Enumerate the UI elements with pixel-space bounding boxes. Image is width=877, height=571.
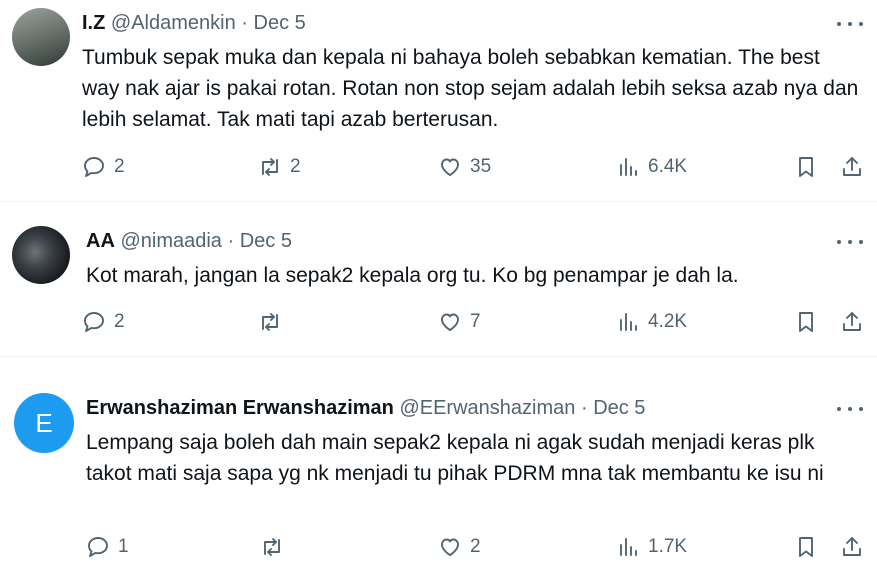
views-button[interactable]: 4.2K <box>616 310 687 334</box>
repost-button[interactable] <box>260 535 292 559</box>
author-handle[interactable]: @EErwanshaziman <box>399 397 575 419</box>
avatar[interactable]: E <box>14 393 74 453</box>
heart-icon <box>441 313 459 331</box>
share-button[interactable] <box>840 535 864 559</box>
reply-button[interactable]: 2 <box>82 310 125 334</box>
bookmark-icon <box>799 537 813 557</box>
repost-count: 2 <box>290 156 301 177</box>
bookmark-icon <box>799 157 813 177</box>
like-button[interactable]: 35 <box>438 155 491 179</box>
bookmark-icon <box>799 312 813 332</box>
views-count: 6.4K <box>648 156 688 177</box>
views-count: 1.7K <box>648 536 688 557</box>
views-count: 4.2K <box>648 311 688 332</box>
tweet-date[interactable]: Dec 5 <box>593 397 645 419</box>
like-count: 35 <box>470 156 492 177</box>
bookmark-button[interactable] <box>794 155 818 179</box>
reply-button[interactable]: 2 <box>82 155 125 179</box>
share-button[interactable] <box>840 310 864 334</box>
separator-dot: · <box>227 230 235 252</box>
tweet-3[interactable]: E Erwanshaziman Erwanshaziman @EErwansha… <box>0 357 877 571</box>
reply-icon <box>88 537 108 557</box>
author-name[interactable]: I.Z <box>82 12 105 34</box>
views-button[interactable]: 1.7K <box>616 535 687 559</box>
reply-count: 1 <box>118 536 129 557</box>
more-options-icon[interactable] <box>837 232 863 252</box>
reply-button[interactable]: 1 <box>86 535 129 559</box>
reply-count: 2 <box>114 311 125 332</box>
analytics-icon <box>620 158 637 176</box>
heart-icon <box>441 158 459 176</box>
share-button[interactable] <box>840 155 864 179</box>
more-options-icon[interactable] <box>837 399 863 419</box>
tweet-text: Lempang saja boleh dah main sepak2 kepal… <box>86 431 824 485</box>
repost-icon <box>262 158 278 176</box>
tweet-header: Erwanshaziman Erwanshaziman @EErwanshazi… <box>86 395 645 421</box>
repost-button[interactable]: 2 <box>258 155 301 179</box>
like-button[interactable]: 2 <box>438 535 481 559</box>
author-handle[interactable]: @Aldamenkin <box>111 12 236 34</box>
like-count: 7 <box>470 311 481 332</box>
avatar-letter: E <box>35 407 53 438</box>
repost-icon <box>264 538 280 556</box>
share-icon <box>843 537 861 556</box>
tweet-header: I.Z @Aldamenkin · Dec 5 <box>82 10 306 36</box>
tweet-date[interactable]: Dec 5 <box>240 230 292 252</box>
like-count: 2 <box>470 536 481 557</box>
tweet-2[interactable]: AA @nimaadia · Dec 5 Kot marah, jangan l… <box>0 202 877 356</box>
bookmark-button[interactable] <box>794 535 818 559</box>
reply-icon <box>84 312 104 332</box>
like-button[interactable]: 7 <box>438 310 481 334</box>
author-name[interactable]: Erwanshaziman Erwanshaziman <box>86 397 394 419</box>
share-icon <box>843 157 861 176</box>
share-icon <box>843 312 861 331</box>
author-name[interactable]: AA <box>86 230 115 252</box>
repost-icon <box>262 313 278 331</box>
bookmark-button[interactable] <box>794 310 818 334</box>
analytics-icon <box>620 313 637 331</box>
analytics-icon <box>620 538 637 556</box>
views-button[interactable]: 6.4K <box>616 155 687 179</box>
more-options-icon[interactable] <box>837 14 863 34</box>
avatar[interactable] <box>12 226 70 284</box>
tweet-text: Kot marah, jangan la sepak2 kepala org t… <box>86 264 739 287</box>
separator-dot: · <box>580 397 588 419</box>
reply-icon <box>84 157 104 177</box>
tweet-date[interactable]: Dec 5 <box>254 12 306 34</box>
avatar[interactable] <box>12 8 70 66</box>
separator-dot: · <box>241 12 248 34</box>
tweet-1[interactable]: I.Z @Aldamenkin · Dec 5 Tumbuk sepak muk… <box>0 0 877 200</box>
tweet-text: Tumbuk sepak muka dan kepala ni bahaya b… <box>82 46 859 131</box>
repost-button[interactable] <box>258 310 290 334</box>
heart-icon <box>441 538 459 556</box>
tweet-header: AA @nimaadia · Dec 5 <box>86 228 292 254</box>
author-handle[interactable]: @nimaadia <box>120 230 221 252</box>
reply-count: 2 <box>114 156 125 177</box>
